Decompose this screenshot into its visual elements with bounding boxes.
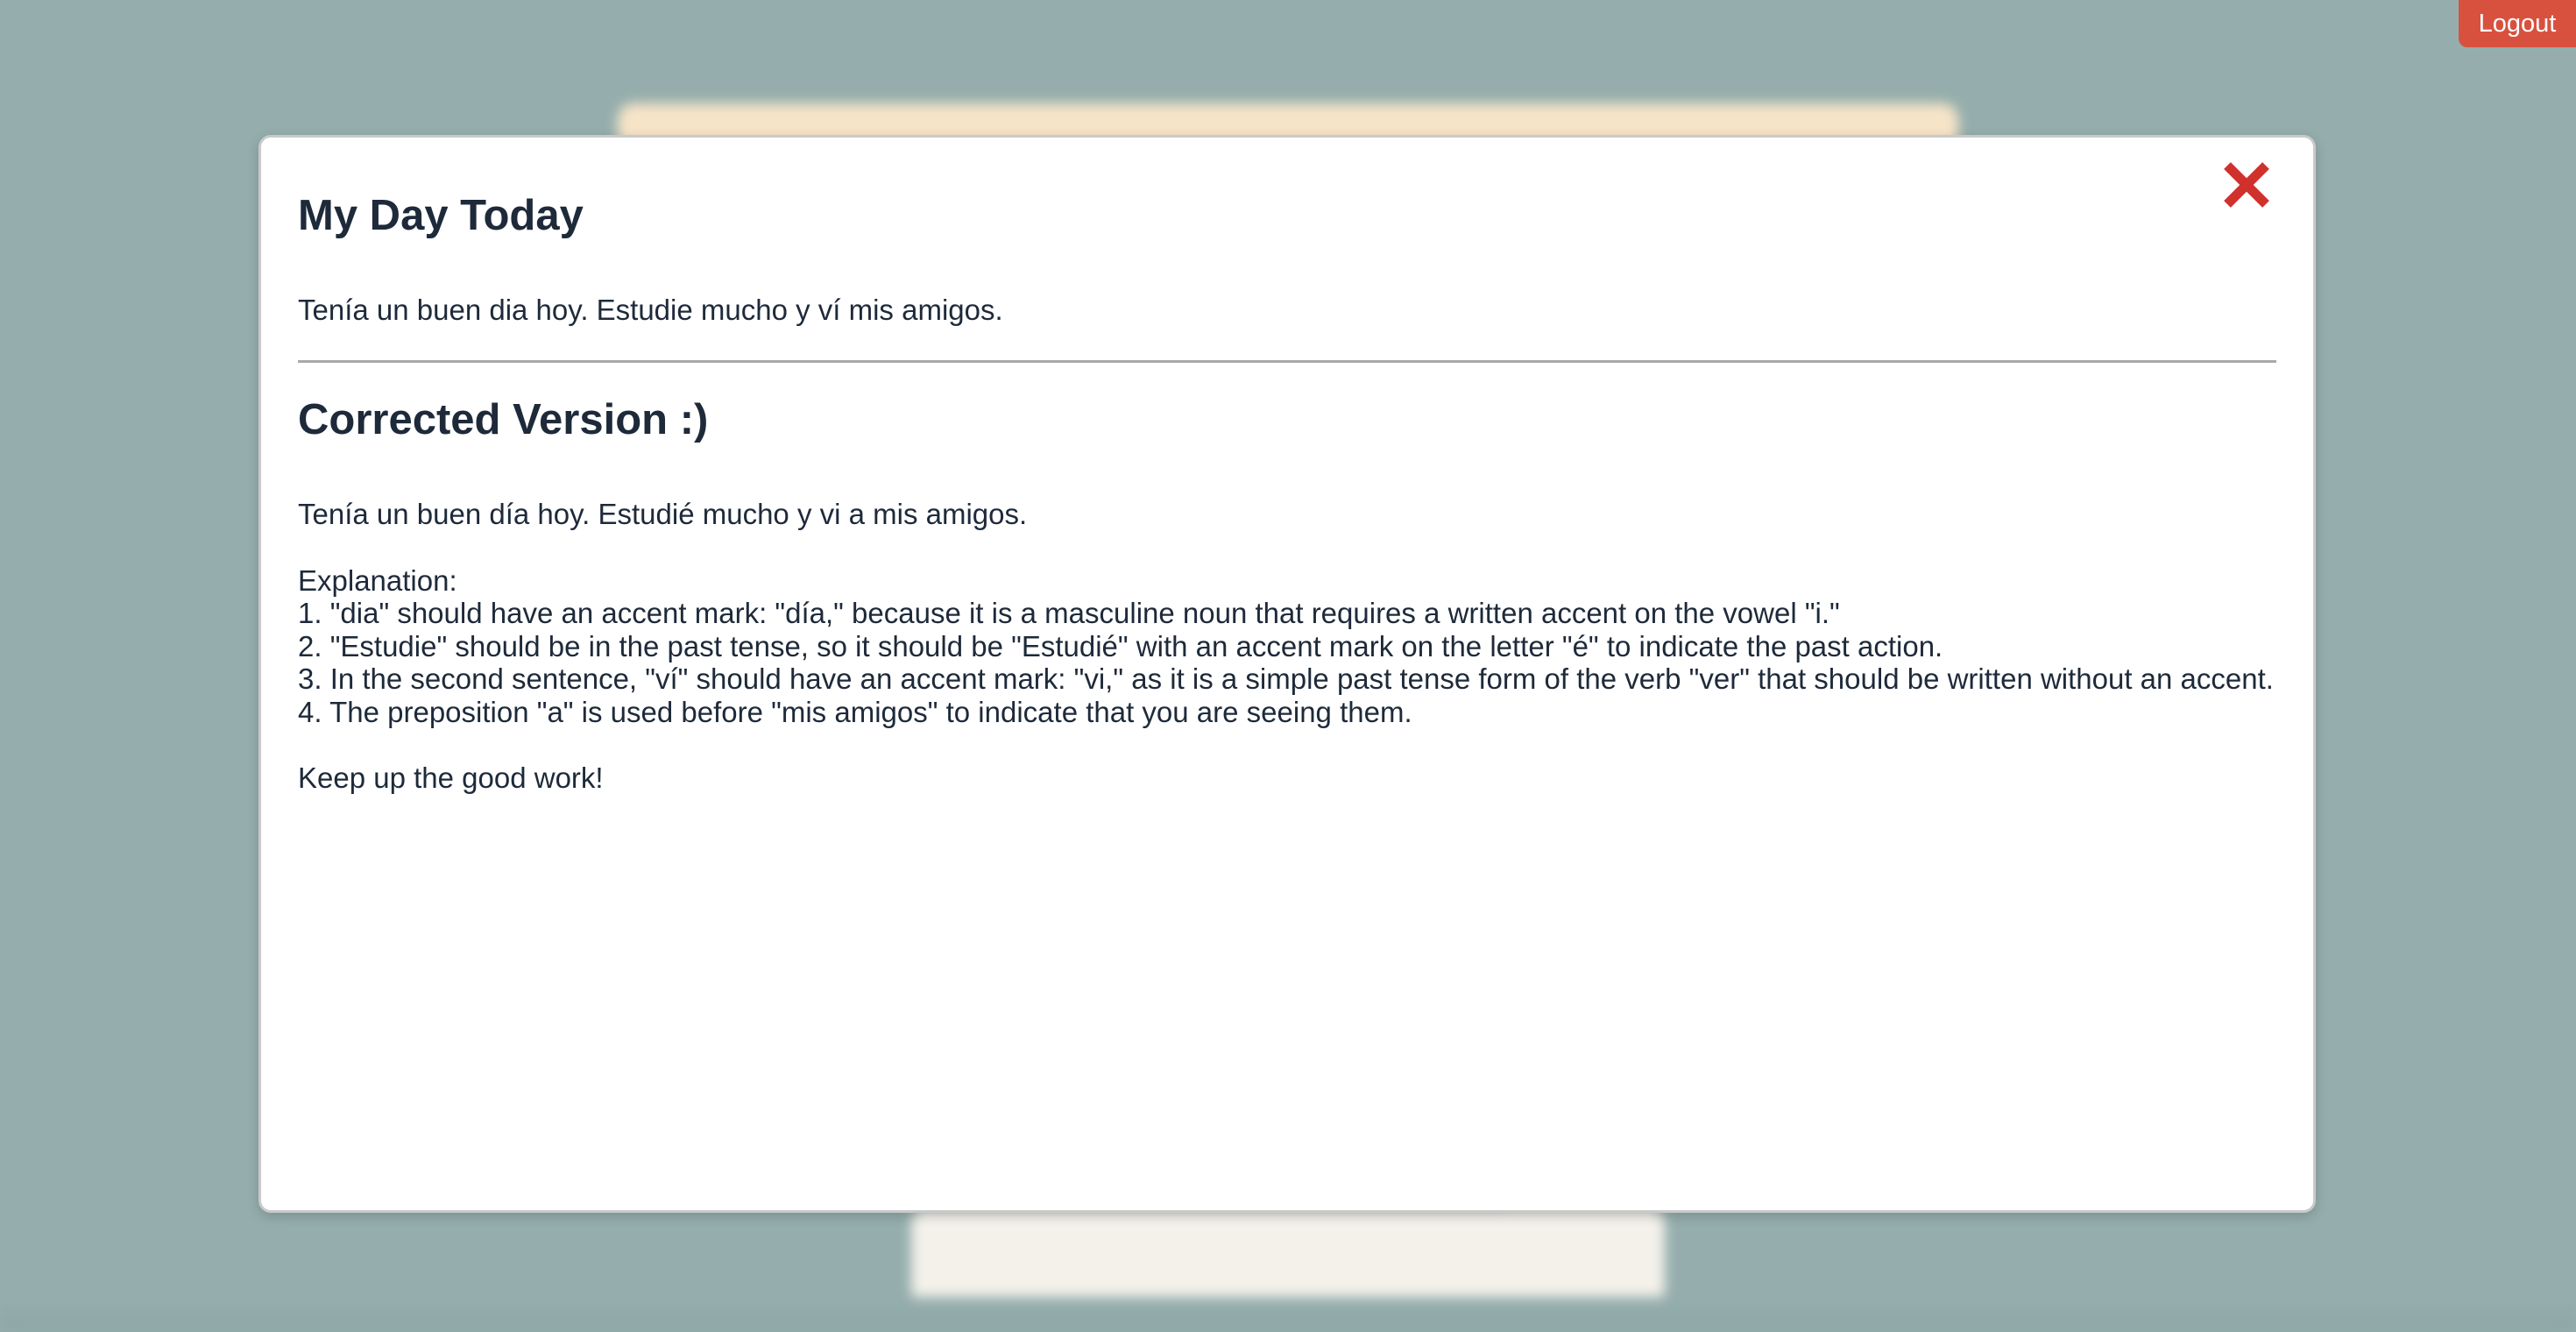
- closing-message: Keep up the good work!: [298, 762, 604, 795]
- entry-title: My Day Today: [298, 192, 584, 239]
- corrected-text: Tenía un buen día hoy. Estudié mucho y v…: [298, 498, 1028, 531]
- journal-entry-modal: My Day Today Tenía un buen dia hoy. Estu…: [258, 135, 2316, 1213]
- entry-text: Tenía un buen dia hoy. Estudie mucho y v…: [298, 293, 1003, 326]
- logout-button[interactable]: Logout: [2459, 0, 2576, 47]
- explanation-item: 2. "Estudie" should be in the past tense…: [298, 629, 1943, 662]
- explanation-label: Explanation:: [298, 563, 457, 597]
- background-edge: [0, 1297, 2576, 1332]
- modal-content: My Day Today Tenía un buen dia hoy. Estu…: [298, 190, 2276, 825]
- explanation-item: 4. The preposition "a" is used before "m…: [298, 695, 1412, 728]
- corrected-heading: Corrected Version :): [298, 396, 709, 444]
- background-input-box: [911, 1208, 1665, 1306]
- explanation-item: 1. "dia" should have an accent mark: "dí…: [298, 597, 1840, 630]
- explanation: Explanation: 1. "dia" should have an acc…: [298, 564, 2276, 729]
- explanation-item: 3. In the second sentence, "ví" should h…: [298, 662, 2274, 696]
- divider: [298, 360, 2276, 364]
